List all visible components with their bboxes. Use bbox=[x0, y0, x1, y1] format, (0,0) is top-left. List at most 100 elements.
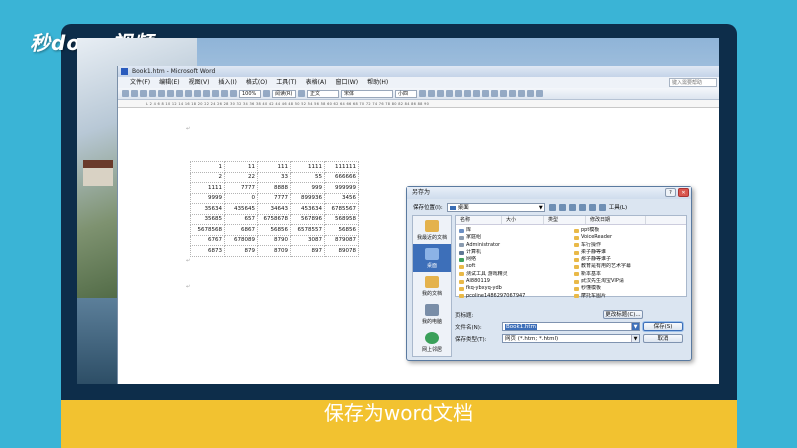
undo-icon[interactable] bbox=[203, 90, 210, 97]
chevron-down-icon[interactable]: ▼ bbox=[631, 323, 639, 330]
table-icon[interactable] bbox=[221, 90, 228, 97]
font-color-icon[interactable] bbox=[446, 90, 453, 97]
table-cell[interactable]: 8790 bbox=[257, 234, 291, 246]
file-item[interactable]: 车行操作 bbox=[574, 242, 686, 249]
up-folder-icon[interactable] bbox=[558, 203, 566, 211]
align-right-icon[interactable] bbox=[473, 90, 480, 97]
menu-insert[interactable]: 插入(I) bbox=[218, 77, 236, 88]
place-recent[interactable]: 我最近的文档 bbox=[413, 216, 451, 244]
table-cell[interactable]: 6767 bbox=[190, 234, 225, 246]
table-cell[interactable]: 1111 bbox=[290, 161, 325, 173]
save-icon[interactable] bbox=[140, 90, 147, 97]
columns-icon[interactable] bbox=[230, 90, 237, 97]
indent-icon[interactable] bbox=[518, 90, 525, 97]
chevron-down-icon[interactable]: ▼ bbox=[631, 335, 639, 342]
underline-icon[interactable] bbox=[437, 90, 444, 97]
table-cell[interactable]: 453634 bbox=[290, 203, 325, 215]
table-cell[interactable]: 55 bbox=[290, 171, 325, 183]
back-icon[interactable] bbox=[548, 203, 556, 211]
zoom-combo[interactable]: 100% bbox=[239, 89, 261, 98]
table-cell[interactable]: 8888 bbox=[257, 182, 291, 194]
table-cell[interactable]: 7777 bbox=[224, 182, 258, 194]
table-cell[interactable]: 999999 bbox=[324, 182, 359, 194]
paste-icon[interactable] bbox=[194, 90, 201, 97]
file-item[interactable]: 教育是有用的艺术字幕 bbox=[574, 263, 686, 270]
column-name[interactable]: 名称 bbox=[456, 216, 502, 224]
numbering-icon[interactable] bbox=[500, 90, 507, 97]
file-item[interactable]: 网络 bbox=[459, 256, 571, 263]
word-title-bar[interactable]: Book1.htm - Microsoft Word bbox=[118, 66, 719, 77]
print-icon[interactable] bbox=[149, 90, 156, 97]
new-folder-icon[interactable] bbox=[588, 203, 596, 211]
table-cell[interactable]: 1111 bbox=[190, 182, 225, 194]
table-cell[interactable]: 9999 bbox=[190, 192, 225, 204]
justify-icon[interactable] bbox=[482, 90, 489, 97]
table-cell[interactable]: 899936 bbox=[290, 192, 325, 204]
font-size-combo[interactable]: 小四 bbox=[395, 89, 417, 98]
menu-format[interactable]: 格式(O) bbox=[246, 77, 267, 88]
read-mode-button[interactable]: 阅读(R) bbox=[272, 89, 296, 98]
table-cell[interactable]: 111 bbox=[257, 161, 291, 173]
new-doc-icon[interactable] bbox=[122, 90, 129, 97]
place-desktop[interactable]: 桌面 bbox=[413, 244, 451, 272]
menu-table[interactable]: 表格(A) bbox=[306, 77, 327, 88]
table-cell[interactable]: 6758678 bbox=[257, 213, 291, 225]
table-cell[interactable]: 6785567 bbox=[324, 203, 359, 215]
styles-icon[interactable] bbox=[298, 90, 305, 97]
menu-view[interactable]: 视图(V) bbox=[189, 77, 210, 88]
preview-icon[interactable] bbox=[158, 90, 165, 97]
save-button[interactable]: 保存(S) bbox=[643, 322, 683, 331]
border-icon[interactable] bbox=[527, 90, 534, 97]
align-center-icon[interactable] bbox=[464, 90, 471, 97]
table-cell[interactable]: 435645 bbox=[224, 203, 258, 215]
table-cell[interactable]: 34643 bbox=[257, 203, 291, 215]
redo-icon[interactable] bbox=[212, 90, 219, 97]
file-item[interactable]: 秒懂模板 bbox=[574, 285, 686, 292]
cut-icon[interactable] bbox=[176, 90, 183, 97]
table-cell[interactable]: 2 bbox=[190, 171, 225, 183]
bold-icon[interactable] bbox=[419, 90, 426, 97]
file-item[interactable]: 库 bbox=[459, 227, 571, 234]
horizontal-ruler[interactable]: L 2 4 6 8 10 12 14 16 18 20 22 24 26 28 … bbox=[118, 100, 719, 108]
menu-file[interactable]: 文件(F) bbox=[130, 77, 150, 88]
font-combo[interactable]: 宋体 bbox=[341, 89, 393, 98]
place-my-computer[interactable]: 我的电脑 bbox=[413, 300, 451, 328]
table-cell[interactable]: 3456 bbox=[324, 192, 359, 204]
table-cell[interactable]: 5678568 bbox=[190, 224, 225, 236]
table-cell[interactable]: 3087 bbox=[290, 234, 325, 246]
table-cell[interactable]: 8709 bbox=[257, 245, 291, 257]
table-cell[interactable]: 22 bbox=[224, 171, 258, 183]
highlight-icon[interactable] bbox=[536, 90, 543, 97]
align-left-icon[interactable] bbox=[455, 90, 462, 97]
filename-input[interactable]: Book1.htm ▼ bbox=[502, 322, 640, 331]
copy-icon[interactable] bbox=[185, 90, 192, 97]
search-web-icon[interactable] bbox=[568, 203, 576, 211]
file-list[interactable]: 名称 大小 类型 修改日期 库家庭组 Administrator 计算机 网络 soft… bbox=[455, 215, 687, 300]
open-icon[interactable] bbox=[131, 90, 138, 97]
location-select[interactable]: 桌面 ▼ bbox=[446, 202, 545, 212]
table-cell[interactable]: 678089 bbox=[224, 234, 258, 246]
help-icon[interactable] bbox=[263, 90, 270, 97]
filetype-select[interactable]: 网页 (*.htm; *.html) ▼ bbox=[502, 334, 640, 343]
file-item[interactable]: 摩托车图片 bbox=[574, 293, 686, 300]
file-item[interactable]: VoiceReader bbox=[574, 234, 686, 241]
table-cell[interactable]: 56856 bbox=[257, 224, 291, 236]
change-title-button[interactable]: 更改标题(C)... bbox=[603, 310, 643, 319]
dialog-help-icon[interactable]: ? bbox=[665, 188, 676, 197]
table-cell[interactable]: 6578557 bbox=[290, 224, 325, 236]
file-item[interactable]: 新本基本 bbox=[574, 271, 686, 278]
file-item[interactable]: 武汉先生淘宝VIP请 bbox=[574, 278, 686, 285]
bullets-icon[interactable] bbox=[509, 90, 516, 97]
cancel-button[interactable]: 取消 bbox=[643, 334, 683, 343]
table-cell[interactable]: 879 bbox=[224, 245, 258, 257]
table-cell[interactable]: 11 bbox=[224, 161, 258, 173]
table-cell[interactable]: 897 bbox=[290, 245, 325, 257]
file-item[interactable]: 计算机 bbox=[459, 249, 571, 256]
table-cell[interactable]: 657 bbox=[224, 213, 258, 225]
table-cell[interactable]: 35685 bbox=[190, 213, 225, 225]
menu-window[interactable]: 窗口(W) bbox=[335, 77, 358, 88]
style-combo[interactable]: 正文 bbox=[307, 89, 339, 98]
file-item[interactable]: pcoline1486297067947 bbox=[459, 293, 571, 300]
table-cell[interactable]: 0 bbox=[224, 192, 258, 204]
file-item[interactable]: ppt模板 bbox=[574, 227, 686, 234]
